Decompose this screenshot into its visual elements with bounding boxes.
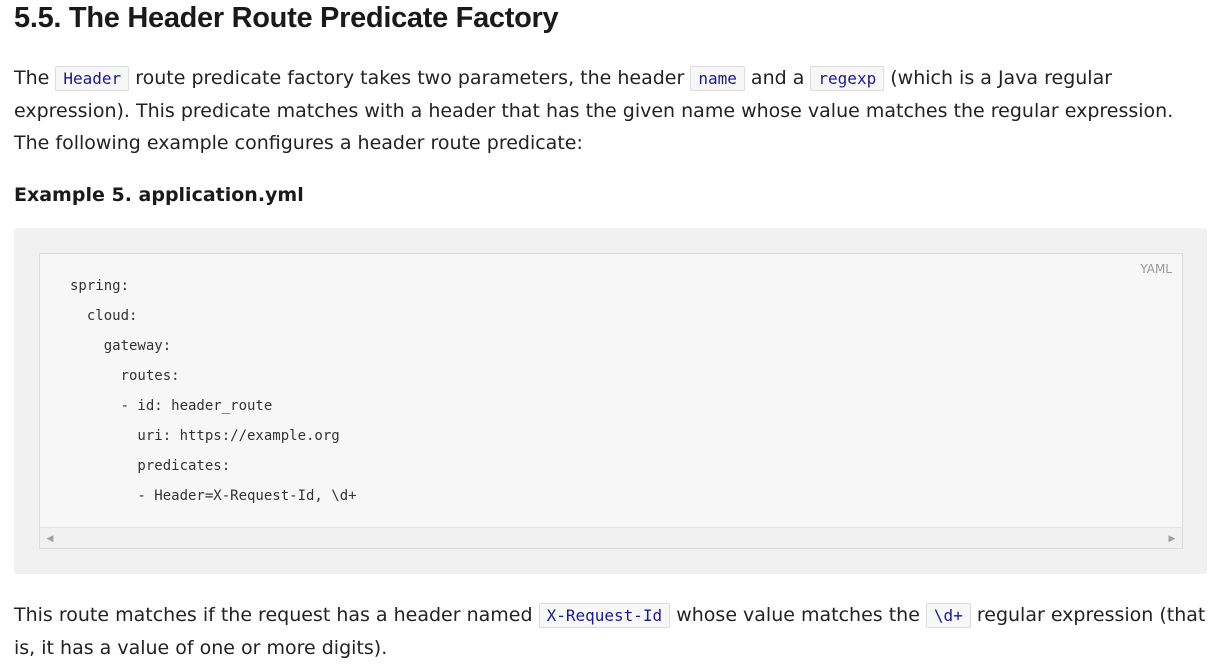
code-line: routes: bbox=[70, 368, 180, 384]
code-listing-block: YAML spring: cloud: gateway: routes: - i… bbox=[14, 228, 1207, 574]
outro-text-1: This route matches if the request has a … bbox=[14, 604, 539, 626]
code-line: - id: header_route bbox=[70, 398, 273, 414]
scroll-left-arrow-icon[interactable]: ◀ bbox=[40, 528, 60, 548]
inline-code-name: name bbox=[690, 66, 745, 91]
inline-code-regex-digits: \d+ bbox=[925, 603, 971, 628]
inline-code-x-request-id: X-Request-Id bbox=[538, 603, 671, 628]
section-heading: 5.5. The Header Route Predicate Factory bbox=[14, 2, 559, 34]
scroll-right-arrow-icon[interactable]: ▶ bbox=[1162, 528, 1182, 548]
intro-text-3: and a bbox=[744, 67, 811, 89]
inline-code-header: Header bbox=[55, 66, 130, 91]
doc-page: 5.5. The Header Route Predicate Factory … bbox=[0, 0, 1224, 668]
horizontal-scrollbar[interactable]: ◀ ▶ bbox=[40, 527, 1182, 548]
outro-paragraph: This route matches if the request has a … bbox=[14, 599, 1210, 664]
code-line: cloud: bbox=[70, 308, 138, 324]
code-line: spring: bbox=[70, 278, 130, 294]
intro-text-1: The bbox=[14, 67, 56, 89]
code-box[interactable]: YAML spring: cloud: gateway: routes: - i… bbox=[39, 253, 1183, 549]
inline-code-regexp: regexp bbox=[810, 66, 885, 91]
code-line: predicates: bbox=[70, 458, 231, 474]
intro-text-2: route predicate factory takes two parame… bbox=[129, 67, 691, 89]
intro-paragraph: The Header route predicate factory takes… bbox=[14, 62, 1210, 159]
example-caption: Example 5. application.yml bbox=[14, 184, 304, 206]
code-language-label: YAML bbox=[1140, 262, 1172, 276]
code-line: - Header=X-Request-Id, \d+ bbox=[70, 488, 357, 504]
outro-text-2: whose value matches the bbox=[670, 604, 926, 626]
code-line: uri: https://example.org bbox=[70, 428, 340, 444]
code-line: gateway: bbox=[70, 338, 172, 354]
